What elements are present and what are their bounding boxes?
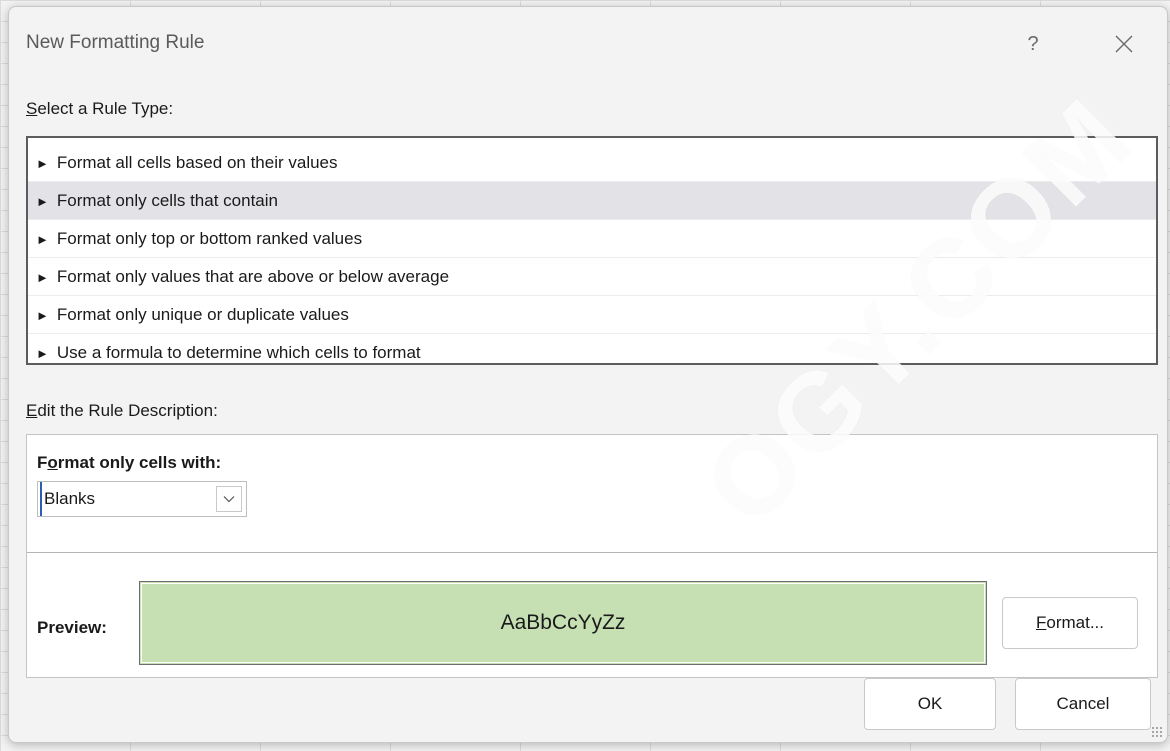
rule-item-unique-duplicate[interactable]: ► Format only unique or duplicate values <box>28 296 1156 334</box>
rule-item-cells-that-contain[interactable]: ► Format only cells that contain <box>28 182 1156 220</box>
dropdown-selected-value: Blanks <box>40 482 95 516</box>
divider <box>27 552 1157 553</box>
cancel-button[interactable]: Cancel <box>1015 678 1151 730</box>
help-button[interactable]: ? <box>1018 29 1048 59</box>
new-formatting-rule-dialog: New Formatting Rule ? Select a Rule Type… <box>8 6 1168 743</box>
rule-description-panel: Format only cells with: Blanks Preview: … <box>26 434 1158 678</box>
rule-item-above-below-average[interactable]: ► Format only values that are above or be… <box>28 258 1156 296</box>
arrow-right-icon: ► <box>36 346 49 361</box>
arrow-right-icon: ► <box>36 156 49 171</box>
arrow-right-icon: ► <box>36 308 49 323</box>
resize-grip-icon[interactable] <box>1151 726 1163 738</box>
ok-button[interactable]: OK <box>864 678 996 730</box>
format-only-cells-with-heading: Format only cells with: <box>37 453 222 472</box>
rule-item-top-bottom[interactable]: ► Format only top or bottom ranked values <box>28 220 1156 258</box>
close-icon <box>1115 35 1133 53</box>
cell-condition-dropdown[interactable]: Blanks <box>37 481 247 517</box>
select-rule-type-label: Select a Rule Type: <box>26 99 174 118</box>
format-button[interactable]: Format... <box>1002 597 1138 649</box>
rule-item-formula[interactable]: ► Use a formula to determine which cells … <box>28 334 1156 371</box>
rule-type-list[interactable]: ► Format all cells based on their values … <box>26 136 1158 365</box>
dialog-title: New Formatting Rule <box>26 32 205 53</box>
close-button[interactable] <box>1107 29 1141 59</box>
rule-item-all-cells[interactable]: ► Format all cells based on their values <box>28 144 1156 182</box>
preview-label: Preview: <box>37 618 107 637</box>
edit-rule-description-label: Edit the Rule Description: <box>26 401 218 420</box>
arrow-right-icon: ► <box>36 194 49 209</box>
format-preview: AaBbCcYyZz <box>139 581 987 665</box>
arrow-right-icon: ► <box>36 270 49 285</box>
arrow-right-icon: ► <box>36 232 49 247</box>
chevron-down-icon[interactable] <box>216 486 242 512</box>
preview-sample-text: AaBbCcYyZz <box>500 611 626 634</box>
chevron-down-glyph <box>223 496 235 503</box>
